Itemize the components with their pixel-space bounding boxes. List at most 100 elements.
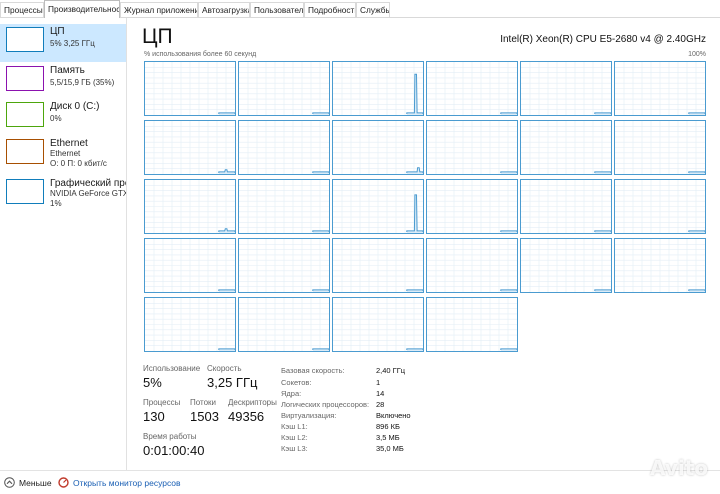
sidebar-item-detail: 0% bbox=[50, 114, 62, 123]
tab-performance[interactable]: Производительность bbox=[44, 0, 120, 18]
sidebar-item-detail: NVIDIA GeForce GTX 160 bbox=[50, 189, 126, 198]
l2-cache-label: Кэш L2: bbox=[281, 433, 308, 442]
processes-value: 130 bbox=[143, 409, 165, 424]
open-resource-monitor-link[interactable]: Открыть монитор ресурсов bbox=[58, 477, 181, 489]
l1-cache-value: 896 КБ bbox=[376, 422, 400, 431]
threads-label: Потоки bbox=[190, 398, 217, 407]
cpu-thumbnail-graph bbox=[6, 27, 44, 52]
speed-label: Скорость bbox=[207, 364, 242, 373]
cpu-core-graph bbox=[144, 238, 236, 293]
uptime-label: Время работы bbox=[143, 432, 197, 441]
logical-processors-label: Логических процессоров: bbox=[281, 400, 370, 409]
handles-label: Дескрипторы bbox=[228, 398, 277, 407]
cpu-core-graph bbox=[332, 179, 424, 234]
sidebar-item-detail: 5,5/15,9 ГБ (35%) bbox=[50, 78, 115, 87]
handles-value: 49356 bbox=[228, 409, 265, 424]
sidebar-item-label: Память bbox=[50, 65, 85, 76]
ethernet-thumbnail-graph bbox=[6, 139, 44, 164]
sockets-value: 1 bbox=[376, 378, 381, 387]
cpu-core-graph bbox=[144, 120, 236, 175]
cpu-core-graph bbox=[426, 61, 518, 116]
sidebar-item-label: ЦП bbox=[50, 26, 65, 37]
tab-bar: Процессы Производительность Журнал прило… bbox=[0, 0, 720, 18]
open-resource-monitor-label: Открыть монитор ресурсов bbox=[73, 477, 181, 488]
tab-services[interactable]: Службы bbox=[356, 2, 390, 17]
cpu-core-graph bbox=[238, 238, 330, 293]
cpu-core-graph bbox=[144, 179, 236, 234]
graph-caption: % использования более 60 секунд bbox=[144, 51, 257, 58]
tab-details[interactable]: Подробности bbox=[304, 2, 356, 17]
disk-thumbnail-graph bbox=[6, 102, 44, 127]
cpu-stats: Использование 5% Скорость 3,25 ГГц Проце… bbox=[143, 364, 703, 464]
cpu-core-graph bbox=[238, 61, 330, 116]
fewer-details-button[interactable]: Меньше bbox=[4, 477, 52, 489]
cpu-core-graph bbox=[426, 179, 518, 234]
cpu-core-graph bbox=[332, 61, 424, 116]
sidebar-item-gpu[interactable]: Графический про NVIDIA GeForce GTX 160 1… bbox=[0, 176, 126, 216]
tab-app-history[interactable]: Журнал приложений bbox=[120, 2, 198, 17]
cpu-usage-trace bbox=[406, 194, 423, 232]
tab-processes[interactable]: Процессы bbox=[0, 2, 44, 17]
threads-value: 1503 bbox=[190, 409, 219, 424]
cpu-model-name: Intel(R) Xeon(R) CPU E5-2680 v4 @ 2.40GH… bbox=[500, 34, 706, 45]
processes-label: Процессы bbox=[143, 398, 181, 407]
cpu-core-graph bbox=[426, 297, 518, 352]
virtualization-label: Виртуализация: bbox=[281, 411, 337, 420]
logical-processors-value: 28 bbox=[376, 400, 385, 409]
cpu-core-graph bbox=[332, 120, 424, 175]
cpu-core-graph bbox=[144, 61, 236, 116]
cpu-usage-trace bbox=[406, 73, 423, 114]
cpu-core-graph bbox=[520, 238, 612, 293]
memory-thumbnail-graph bbox=[6, 66, 44, 91]
footer-bar: Меньше Открыть монитор ресурсов bbox=[0, 470, 720, 494]
resource-monitor-icon bbox=[58, 477, 69, 490]
sockets-label: Сокетов: bbox=[281, 378, 312, 387]
cpu-core-graph bbox=[520, 61, 612, 116]
l3-cache-value: 35,0 МБ bbox=[376, 444, 404, 453]
avito-watermark: Avito bbox=[650, 456, 708, 480]
cpu-core-graph bbox=[426, 238, 518, 293]
cpu-core-graph bbox=[144, 297, 236, 352]
sidebar-item-disk[interactable]: Диск 0 (C:) 0% bbox=[0, 99, 126, 137]
cpu-core-graph bbox=[614, 179, 706, 234]
sidebar-item-usage: 1% bbox=[50, 199, 62, 208]
sidebar-item-throughput: О: 0 П: 0 кбит/с bbox=[50, 159, 107, 168]
tab-startup[interactable]: Автозагрузка bbox=[198, 2, 250, 17]
chevron-up-icon bbox=[4, 477, 15, 490]
performance-sidebar: ЦП 5% 3,25 ГГц Память 5,5/15,9 ГБ (35%) … bbox=[0, 18, 127, 470]
sidebar-item-detail: Ethernet bbox=[50, 149, 81, 158]
cores-label: Ядра: bbox=[281, 389, 302, 398]
l1-cache-label: Кэш L1: bbox=[281, 422, 308, 431]
sidebar-item-label: Ethernet bbox=[50, 138, 88, 149]
speed-value: 3,25 ГГц bbox=[207, 375, 258, 390]
base-speed-label: Базовая скорость: bbox=[281, 366, 345, 375]
utilization-label: Использование bbox=[143, 364, 201, 373]
cpu-core-graph bbox=[332, 297, 424, 352]
utilization-value: 5% bbox=[143, 375, 162, 390]
cpu-core-graph bbox=[614, 120, 706, 175]
base-speed-value: 2,40 ГГц bbox=[376, 366, 406, 375]
cores-value: 14 bbox=[376, 389, 385, 398]
cpu-panel: ЦП Intel(R) Xeon(R) CPU E5-2680 v4 @ 2.4… bbox=[128, 18, 720, 470]
l3-cache-label: Кэш L3: bbox=[281, 444, 308, 453]
l2-cache-value: 3,5 МБ bbox=[376, 433, 400, 442]
cpu-core-graph bbox=[614, 61, 706, 116]
graph-max-label: 100% bbox=[688, 51, 706, 58]
cpu-core-graph bbox=[238, 120, 330, 175]
cpu-core-graph bbox=[332, 238, 424, 293]
fewer-details-label: Меньше bbox=[19, 477, 52, 488]
cpu-core-graph bbox=[426, 120, 518, 175]
logical-processor-graphs bbox=[144, 61, 720, 355]
cpu-core-graph bbox=[238, 179, 330, 234]
sidebar-item-detail: 5% 3,25 ГГц bbox=[50, 39, 95, 48]
gpu-thumbnail-graph bbox=[6, 179, 44, 204]
sidebar-item-label: Графический про bbox=[50, 178, 126, 189]
sidebar-item-label: Диск 0 (C:) bbox=[50, 101, 100, 112]
sidebar-item-cpu[interactable]: ЦП 5% 3,25 ГГц bbox=[0, 24, 126, 62]
uptime-value: 0:01:00:40 bbox=[143, 443, 205, 458]
sidebar-item-memory[interactable]: Память 5,5/15,9 ГБ (35%) bbox=[0, 63, 126, 101]
sidebar-item-ethernet[interactable]: Ethernet Ethernet О: 0 П: 0 кбит/с bbox=[0, 136, 126, 176]
cpu-core-graph bbox=[520, 179, 612, 234]
page-title: ЦП bbox=[142, 25, 173, 48]
tab-users[interactable]: Пользователи bbox=[250, 2, 304, 17]
